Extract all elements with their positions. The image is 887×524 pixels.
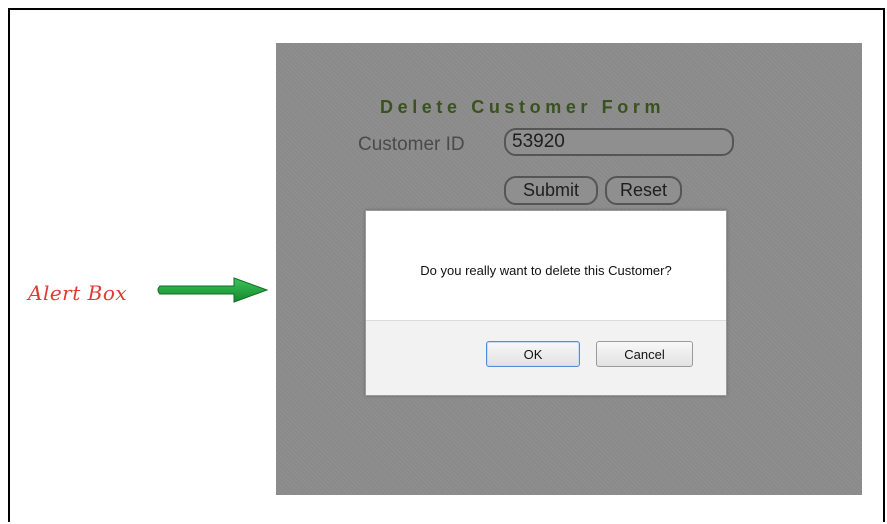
ok-button[interactable]: OK [486, 341, 580, 367]
customer-id-input[interactable] [504, 128, 734, 156]
customer-id-label: Customer ID [358, 134, 465, 155]
alert-box-annotation-label: Alert Box [28, 281, 128, 305]
dialog-message: Do you really want to delete this Custom… [420, 263, 672, 278]
right-arrow-icon [157, 277, 269, 303]
alert-dialog: Do you really want to delete this Custom… [365, 210, 727, 396]
reset-button[interactable]: Reset [605, 176, 682, 205]
submit-button[interactable]: Submit [504, 176, 598, 205]
cancel-button[interactable]: Cancel [596, 341, 693, 367]
form-title: Delete Customer Form [380, 97, 666, 117]
dialog-footer: OK Cancel [366, 320, 726, 395]
